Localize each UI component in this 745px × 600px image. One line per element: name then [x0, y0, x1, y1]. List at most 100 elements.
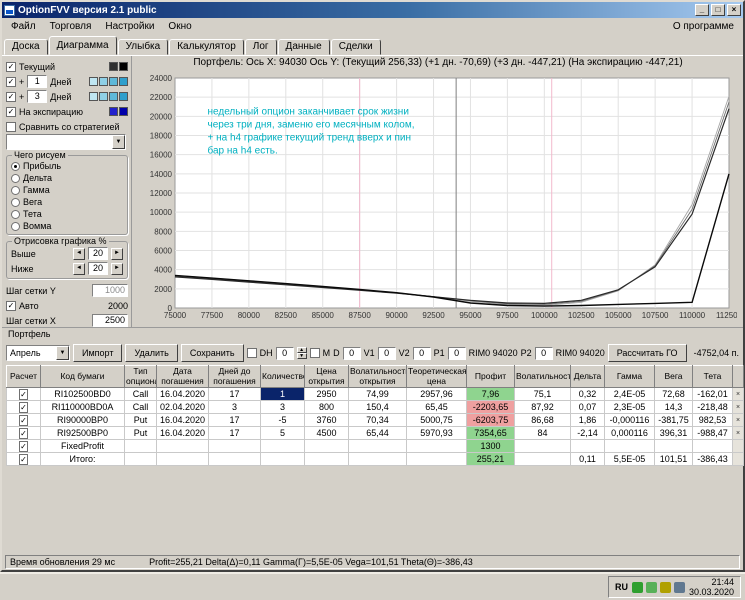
cell-open-price[interactable] [304, 452, 349, 466]
cell-delta[interactable] [570, 439, 605, 453]
row-delete-button[interactable]: × [732, 400, 744, 414]
cell-code[interactable]: RI90000BP0 [40, 413, 125, 427]
cell-open-price[interactable]: 2950 [304, 387, 349, 401]
menu-about[interactable]: О программе [666, 20, 741, 33]
menu-item-trade[interactable]: Торговля [43, 20, 99, 33]
close-button[interactable]: × [727, 4, 741, 16]
cell-theta[interactable]: -218,48 [692, 400, 733, 414]
taskbar-clock[interactable]: 21:44 30.03.2020 [689, 577, 734, 597]
cell-code[interactable]: Итого: [40, 452, 125, 466]
cell-vega[interactable]: 14,3 [654, 400, 693, 414]
dh-input[interactable]: 0 [275, 346, 294, 360]
cell-days-to-expiry[interactable]: 3 [208, 400, 261, 414]
cell-code[interactable]: RI110000BD0A [40, 400, 125, 414]
cell-profit[interactable]: -2203,65 [466, 400, 515, 414]
cell-code[interactable]: RI92500BP0 [40, 426, 125, 440]
cell-gamma[interactable]: 5,5E-05 [604, 452, 655, 466]
radio-option-vomma[interactable]: Вомма [11, 220, 123, 232]
menu-item-file[interactable]: Файл [4, 20, 43, 33]
spinner-down-icon[interactable]: ▼ [296, 353, 307, 359]
cell-volatility[interactable]: 84 [514, 426, 571, 440]
radio-option-gamma[interactable]: Гамма [11, 184, 123, 196]
save-button[interactable]: Сохранить [180, 344, 244, 362]
cell-open-volatility[interactable]: 74,99 [348, 387, 407, 401]
cell-days-to-expiry[interactable] [208, 439, 261, 453]
radio-option-theta[interactable]: Тета [11, 208, 123, 220]
cell-theor-price[interactable]: 65,45 [406, 400, 467, 414]
cell-quantity[interactable] [260, 439, 305, 453]
minimize-button[interactable]: _ [695, 4, 709, 16]
cell-quantity[interactable]: 5 [260, 426, 305, 440]
cell-type[interactable]: Put [124, 413, 157, 427]
menu-item-window[interactable]: Окно [161, 20, 198, 33]
plus3-checkbox[interactable] [6, 91, 16, 102]
color-swatch[interactable] [109, 77, 118, 86]
cell-delta[interactable]: 1,86 [570, 413, 605, 427]
tray-icon-1[interactable] [631, 581, 643, 593]
menu-item-settings[interactable]: Настройки [98, 20, 161, 33]
tray-icon-2[interactable] [645, 581, 657, 593]
color-swatch[interactable] [109, 107, 118, 116]
radio-option-vega[interactable]: Вега [11, 196, 123, 208]
cell-days-to-expiry[interactable] [208, 452, 261, 466]
cell-expiry-date[interactable]: 16.04.2020 [156, 413, 209, 427]
cell-profit[interactable]: -6203,75 [466, 413, 515, 427]
calc-go-button[interactable]: Рассчитать ГО [607, 344, 687, 362]
cell-open-volatility[interactable]: 150,4 [348, 400, 407, 414]
color-swatch[interactable] [89, 92, 98, 101]
cell-open-volatility[interactable]: 70,34 [348, 413, 407, 427]
cell-open-volatility[interactable] [348, 452, 407, 466]
cell-open-price[interactable] [304, 439, 349, 453]
radio-option-delta[interactable]: Дельта [11, 172, 123, 184]
cell-type[interactable]: Call [124, 400, 157, 414]
cell-theor-price[interactable]: 5000,75 [406, 413, 467, 427]
p2-input[interactable]: 0 [534, 346, 553, 360]
cell-vega[interactable]: 72,68 [654, 387, 693, 401]
row-checkbox[interactable] [19, 428, 28, 439]
tray-icon-4[interactable] [673, 581, 685, 593]
v2-input[interactable]: 0 [412, 346, 431, 360]
row-check-cell[interactable] [6, 413, 41, 427]
cell-vega[interactable]: 101,51 [654, 452, 693, 466]
tab-smile[interactable]: Улыбка [117, 39, 169, 55]
row-delete-button[interactable]: × [732, 387, 744, 401]
row-check-cell[interactable] [6, 439, 41, 453]
cell-volatility[interactable]: 75,1 [514, 387, 571, 401]
cell-theor-price[interactable]: 5970,93 [406, 426, 467, 440]
cell-profit[interactable]: 7354,65 [466, 426, 515, 440]
color-swatch[interactable] [119, 92, 128, 101]
color-swatch[interactable] [99, 77, 108, 86]
cell-open-volatility[interactable]: 65,44 [348, 426, 407, 440]
below-value-input[interactable]: 20 [88, 262, 108, 275]
expiry-checkbox[interactable] [6, 106, 16, 117]
row-checkbox[interactable] [19, 402, 28, 413]
cell-type[interactable] [124, 452, 157, 466]
cell-delta[interactable]: -2,14 [570, 426, 605, 440]
cell-expiry-date[interactable] [156, 439, 209, 453]
below-increment-button[interactable]: ► [111, 262, 123, 275]
month-combo[interactable]: Апрель ▼ [6, 345, 70, 361]
cell-code[interactable]: FixedProfit [40, 439, 125, 453]
cell-expiry-date[interactable] [156, 452, 209, 466]
cell-theta[interactable] [692, 439, 733, 453]
grid-x-input[interactable]: 2500 [92, 314, 128, 327]
dh-checkbox[interactable] [246, 348, 257, 358]
tab-diagram[interactable]: Диаграмма [48, 36, 117, 55]
cell-volatility[interactable]: 87,92 [514, 400, 571, 414]
cell-quantity[interactable] [260, 452, 305, 466]
row-checkbox[interactable] [19, 454, 28, 465]
tab-deals[interactable]: Сделки [330, 39, 381, 55]
cell-vega[interactable] [654, 439, 693, 453]
row-check-cell[interactable] [6, 452, 41, 466]
row-checkbox[interactable] [19, 415, 28, 426]
cell-theor-price[interactable] [406, 439, 467, 453]
cell-quantity[interactable]: 1 [260, 387, 305, 401]
cell-delta[interactable]: 0,11 [570, 452, 605, 466]
cell-gamma[interactable]: 2,4E-05 [604, 387, 655, 401]
cell-gamma[interactable]: 2,3E-05 [604, 400, 655, 414]
cell-gamma[interactable] [604, 439, 655, 453]
cell-volatility[interactable]: 86,68 [514, 413, 571, 427]
import-button[interactable]: Импорт [73, 344, 123, 362]
compare-checkbox[interactable] [6, 121, 16, 132]
tray-icon-3[interactable] [659, 581, 671, 593]
